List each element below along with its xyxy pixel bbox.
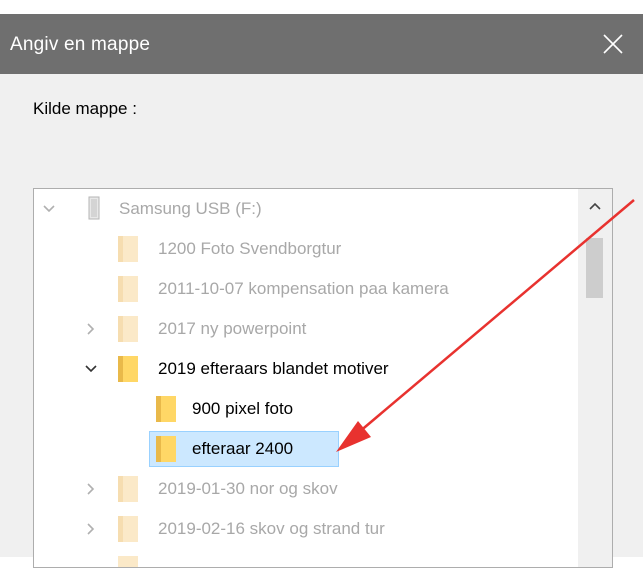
chevron-down-icon[interactable]: [42, 202, 56, 216]
folder-icon: [118, 356, 138, 382]
folder-icon: [118, 556, 138, 567]
chevron-up-icon: [589, 202, 601, 210]
tree-item-folder[interactable]: 2011-10-07 kompensation paa kamera: [34, 269, 579, 309]
tree-item-label: 2019-01-30 nor og skov: [158, 479, 338, 498]
tree-item-label: 900 pixel foto: [192, 399, 294, 418]
folder-icon: [118, 316, 138, 342]
vertical-scrollbar[interactable]: [578, 189, 612, 567]
folder-icon: [156, 436, 176, 462]
dialog-titlebar: Angiv en mappe: [0, 14, 643, 74]
tree-item-label: 2019-02-16 skov og strand tur: [158, 519, 385, 538]
usb-drive-icon: [88, 196, 100, 220]
tree-item-folder[interactable]: 900 pixel foto: [34, 389, 579, 429]
folder-icon: [118, 236, 138, 262]
tree-item-folder[interactable]: 2019-02-16 skov og strand tur: [34, 509, 579, 549]
tree-item-label: Samsung USB (F:): [119, 199, 262, 218]
dialog-body: Kilde mappe : Samsung USB (F:) 1200 Foto…: [0, 74, 643, 568]
chevron-right-icon[interactable]: [84, 322, 98, 336]
dialog-title: Angiv en mappe: [10, 34, 151, 55]
tree-item-label: efteraar 2400: [192, 439, 294, 458]
tree-item-label: 2019 efteraars blandet motiver: [158, 359, 389, 378]
tree-item-label: 2011-10-07 kompensation paa kamera: [158, 279, 449, 298]
scroll-up-button[interactable]: [578, 189, 612, 223]
tree-item-label: 1200 Foto Svendborgtur: [158, 239, 342, 258]
folder-icon: [118, 516, 138, 542]
folder-icon: [118, 276, 138, 302]
tree-item-folder[interactable]: 1200 Foto Svendborgtur: [34, 229, 579, 269]
chevron-right-icon[interactable]: [84, 522, 98, 536]
folder-tree[interactable]: Samsung USB (F:) 1200 Foto Svendborgtur …: [33, 188, 613, 568]
background-window-strip: [0, 0, 643, 14]
chevron-down-icon[interactable]: [84, 362, 98, 376]
folder-icon: [156, 396, 176, 422]
tree-item-folder[interactable]: 2019-01-30 nor og skov: [34, 469, 579, 509]
close-button[interactable]: [583, 14, 643, 74]
close-icon: [603, 34, 623, 54]
folder-icon: [118, 476, 138, 502]
tree-item-folder[interactable]: [34, 549, 579, 567]
tree-item-label: 2017 ny powerpoint: [158, 319, 307, 338]
tree-item-folder[interactable]: 2017 ny powerpoint: [34, 309, 579, 349]
chevron-right-icon[interactable]: [84, 482, 98, 496]
source-folder-label: Kilde mappe :: [33, 99, 137, 118]
scroll-thumb[interactable]: [586, 238, 603, 298]
tree-item-folder-selected[interactable]: efteraar 2400: [34, 429, 579, 469]
tree-item-folder-expanded[interactable]: 2019 efteraars blandet motiver: [34, 349, 579, 389]
tree-item-drive[interactable]: Samsung USB (F:): [34, 189, 579, 229]
